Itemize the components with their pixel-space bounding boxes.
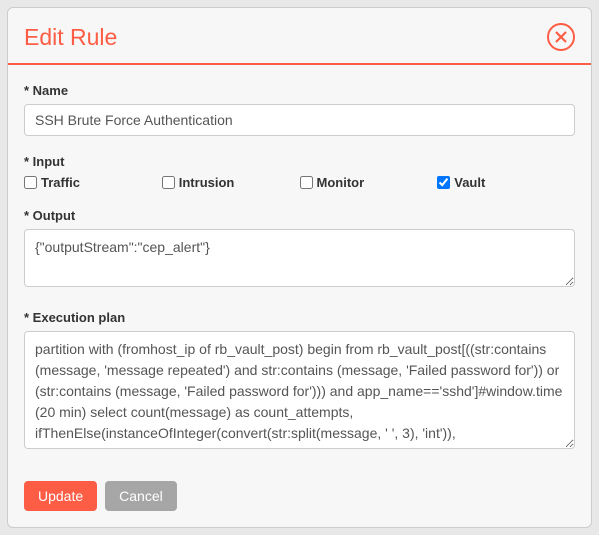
checkbox-vault[interactable] (437, 176, 450, 189)
modal-body: * Name * Input Traffic Intrusion Monitor… (8, 65, 591, 467)
name-input[interactable] (24, 104, 575, 136)
output-textarea[interactable] (24, 229, 575, 287)
checkbox-item-vault: Vault (437, 175, 575, 190)
checkbox-traffic[interactable] (24, 176, 37, 189)
input-label: * Input (24, 154, 575, 169)
checkbox-label-traffic[interactable]: Traffic (41, 175, 80, 190)
modal-header: Edit Rule (8, 8, 591, 65)
update-button[interactable]: Update (24, 481, 97, 511)
cancel-button[interactable]: Cancel (105, 481, 177, 511)
checkbox-item-intrusion: Intrusion (162, 175, 300, 190)
output-label: * Output (24, 208, 575, 223)
modal-footer: Update Cancel (8, 467, 591, 527)
name-label: * Name (24, 83, 575, 98)
close-button[interactable] (547, 23, 575, 51)
edit-rule-modal: Edit Rule * Name * Input Traffic Intrusi… (7, 7, 592, 528)
close-icon (555, 31, 567, 43)
checkbox-label-monitor[interactable]: Monitor (317, 175, 365, 190)
checkbox-item-monitor: Monitor (300, 175, 438, 190)
execution-plan-textarea[interactable] (24, 331, 575, 449)
checkbox-label-intrusion[interactable]: Intrusion (179, 175, 235, 190)
checkbox-monitor[interactable] (300, 176, 313, 189)
input-checkbox-group: Traffic Intrusion Monitor Vault (24, 175, 575, 190)
execution-plan-label: * Execution plan (24, 310, 575, 325)
checkbox-intrusion[interactable] (162, 176, 175, 189)
checkbox-label-vault[interactable]: Vault (454, 175, 485, 190)
checkbox-item-traffic: Traffic (24, 175, 162, 190)
modal-title: Edit Rule (24, 24, 117, 51)
